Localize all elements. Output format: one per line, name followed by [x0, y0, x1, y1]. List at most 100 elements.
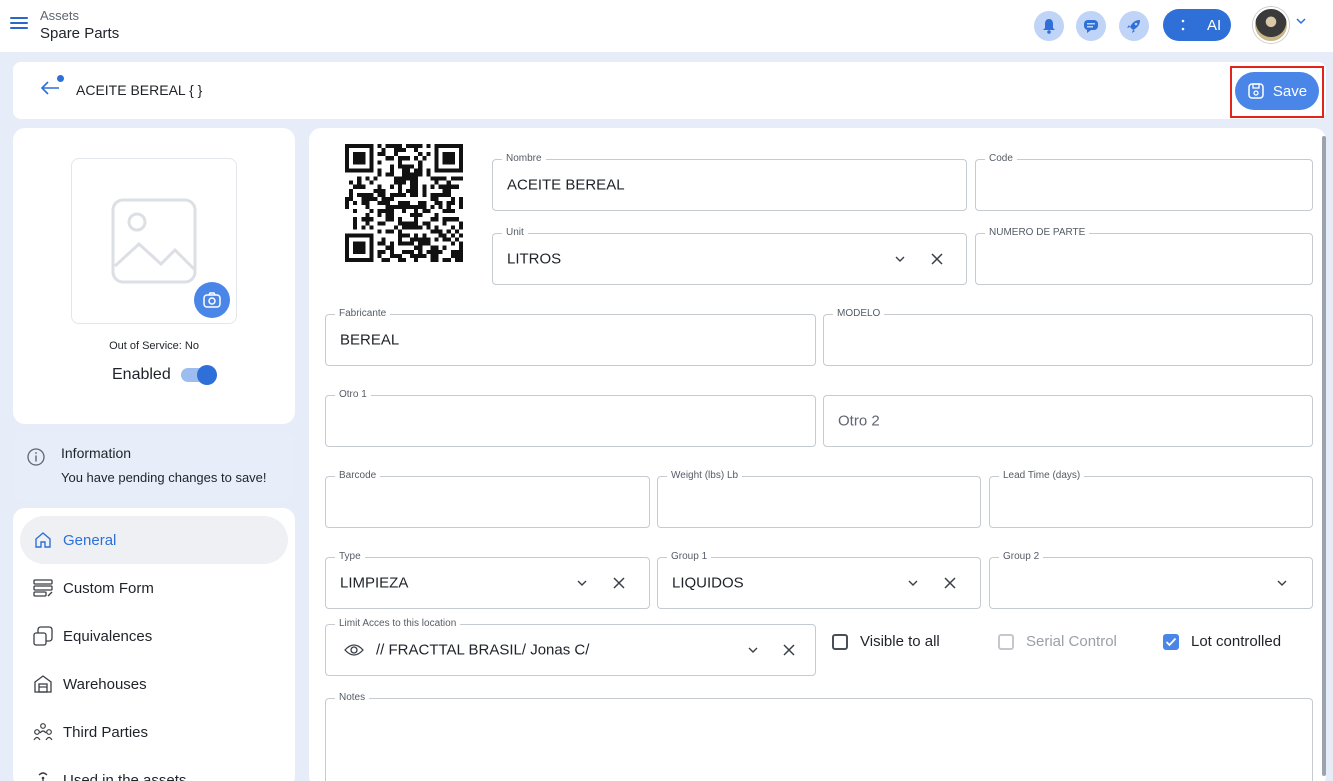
field-label: MODELO	[833, 308, 885, 320]
sparkle-icon	[1175, 17, 1191, 33]
field-label: Group 1	[667, 551, 712, 563]
nav-item-equivalences[interactable]: Equivalences	[20, 612, 288, 660]
asset-summary-card: Out of Service: No Enabled	[13, 128, 295, 424]
modelo-field[interactable]: MODELO	[823, 308, 1313, 366]
field-label: Otro 1	[335, 389, 371, 401]
checkbox-box[interactable]	[832, 633, 848, 650]
weight-field[interactable]: Weight (lbs) Lb	[657, 470, 981, 528]
menu-icon[interactable]	[10, 14, 28, 30]
info-title: Information	[61, 445, 132, 461]
page-title: Spare Parts	[40, 25, 120, 42]
equivalences-icon	[32, 625, 54, 647]
otro-2-field[interactable]: Otro 2	[823, 395, 1313, 447]
field-label: Fabricante	[335, 308, 391, 320]
scrollbar[interactable]	[1322, 136, 1326, 776]
chat-icon[interactable]	[1076, 11, 1106, 41]
chevron-down-icon[interactable]	[577, 579, 587, 587]
group-2-select[interactable]: Group 2	[989, 551, 1313, 609]
field-label: Weight (lbs) Lb	[667, 470, 743, 482]
field-label: Type	[335, 551, 365, 563]
enabled-label: Enabled	[112, 366, 171, 383]
warehouse-icon	[32, 673, 54, 695]
field-label: Notes	[335, 692, 370, 704]
checkbox-box	[998, 633, 1014, 650]
save-label: Save	[1272, 82, 1308, 100]
field-value: LIMPIEZA	[340, 574, 409, 592]
nav-item-general[interactable]: General	[20, 516, 288, 564]
clear-icon[interactable]	[782, 643, 796, 657]
location-select[interactable]: Limit Acces to this location // FRACTTAL…	[325, 618, 816, 676]
field-label: NUMERO DE PARTE	[985, 227, 1090, 239]
bell-icon[interactable]	[1034, 11, 1064, 41]
asset-title: ACEITE BEREAL { }	[76, 82, 203, 98]
nombre-field[interactable]: Nombre ACEITE BEREAL	[492, 153, 967, 211]
save-icon	[1248, 83, 1264, 99]
qr-code	[345, 144, 463, 262]
notes-textarea[interactable]: Notes	[325, 692, 1313, 781]
nav-label: Equivalences	[63, 627, 153, 645]
nav-item-third-parties[interactable]: Third Parties	[20, 708, 288, 756]
field-label: Limit Acces to this location	[335, 618, 461, 630]
numero-de-parte-field[interactable]: NUMERO DE PARTE	[975, 227, 1313, 285]
eye-icon[interactable]	[344, 642, 364, 658]
code-field[interactable]: Code	[975, 153, 1313, 211]
chevron-down-icon[interactable]	[908, 579, 918, 587]
lead-time-field[interactable]: Lead Time (days)	[989, 470, 1313, 528]
info-banner: Information You have pending changes to …	[13, 432, 295, 500]
nav-label: Third Parties	[63, 723, 149, 741]
otro-1-field[interactable]: Otro 1	[325, 389, 816, 447]
field-value: LIQUIDOS	[672, 574, 744, 592]
section-nav: General Custom Form Equivalences Warehou…	[13, 508, 295, 781]
chevron-down-icon[interactable]	[748, 646, 758, 654]
field-label: Barcode	[335, 470, 381, 482]
visible-to-all-checkbox[interactable]: Visible to all	[832, 633, 940, 650]
nav-item-custom-form[interactable]: Custom Form	[20, 564, 288, 612]
chevron-down-icon[interactable]	[895, 255, 905, 263]
field-label: Group 2	[999, 551, 1044, 563]
field-label: Nombre	[502, 153, 546, 165]
check-icon	[1165, 637, 1177, 646]
info-icon	[27, 448, 45, 466]
info-message: You have pending changes to save!	[61, 470, 267, 485]
field-label: Lead Time (days)	[999, 470, 1085, 482]
ai-button[interactable]: AI	[1163, 9, 1231, 41]
fabricante-field[interactable]: Fabricante BEREAL	[325, 308, 816, 366]
clear-icon[interactable]	[930, 252, 944, 266]
image-placeholder-icon	[111, 198, 197, 284]
breadcrumb-section: Assets	[40, 8, 80, 23]
nav-label: Used in the assets	[63, 771, 187, 781]
enabled-toggle[interactable]	[181, 365, 217, 385]
chevron-down-icon[interactable]	[1296, 17, 1306, 25]
nav-label: Custom Form	[63, 579, 154, 597]
nav-item-warehouses[interactable]: Warehouses	[20, 660, 288, 708]
camera-icon	[203, 292, 221, 308]
avatar[interactable]	[1253, 7, 1289, 43]
barcode-field[interactable]: Barcode	[325, 470, 650, 528]
header-card: ACEITE BEREAL { } Save	[13, 62, 1326, 119]
home-icon	[32, 529, 54, 551]
field-label: Unit	[502, 227, 528, 239]
chevron-down-icon[interactable]	[1277, 579, 1287, 587]
rocket-icon[interactable]	[1119, 11, 1149, 41]
nav-item-used-in-assets[interactable]: Used in the assets	[20, 756, 288, 781]
nav-label: Warehouses	[63, 675, 147, 693]
serial-control-checkbox: Serial Control	[998, 633, 1117, 650]
clear-icon[interactable]	[943, 576, 957, 590]
antenna-icon	[32, 769, 54, 781]
field-value: ACEITE BEREAL	[507, 176, 625, 194]
clear-icon[interactable]	[612, 576, 626, 590]
nav-label: General	[63, 531, 117, 549]
field-value: // FRACTTAL BRASIL/ Jonas C/	[376, 641, 590, 659]
group-1-select[interactable]: Group 1 LIQUIDOS	[657, 551, 981, 609]
camera-button[interactable]	[194, 282, 230, 318]
field-label: Code	[985, 153, 1017, 165]
checkbox-label: Serial Control	[1026, 633, 1117, 650]
save-button[interactable]: Save	[1235, 72, 1319, 110]
ai-label: AI	[1207, 16, 1222, 34]
type-select[interactable]: Type LIMPIEZA	[325, 551, 650, 609]
unit-select[interactable]: Unit LITROS	[492, 227, 967, 285]
checkbox-box[interactable]	[1163, 633, 1179, 650]
out-of-service-status: Out of Service: No	[109, 340, 199, 352]
checkbox-label: Lot controlled	[1191, 633, 1282, 650]
lot-controlled-checkbox[interactable]: Lot controlled	[1163, 633, 1281, 650]
